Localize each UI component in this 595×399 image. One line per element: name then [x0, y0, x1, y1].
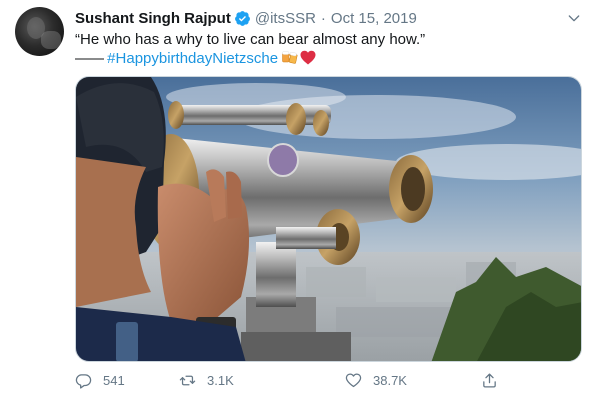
- retweet-button[interactable]: 3.1K: [179, 372, 234, 389]
- like-button[interactable]: 38.7K: [345, 372, 407, 389]
- author-handle[interactable]: @itsSSR: [255, 10, 316, 27]
- red-heart-emoji: [300, 50, 316, 65]
- retweet-count: 3.1K: [207, 373, 234, 388]
- tweet-photo[interactable]: [75, 76, 582, 362]
- reply-button[interactable]: 541: [75, 372, 125, 389]
- heart-icon: [345, 373, 362, 388]
- header-separator: ·: [320, 9, 326, 27]
- tweet-second-line: —— #HappybirthdayNietzsche: [75, 49, 575, 68]
- tweet-card[interactable]: Sushant Singh Rajput @itsSSR · Oct 15, 2…: [0, 0, 595, 399]
- reply-count: 541: [103, 373, 125, 388]
- share-button[interactable]: [481, 372, 509, 389]
- tweet-header: Sushant Singh Rajput @itsSSR · Oct 15, 2…: [75, 8, 417, 28]
- reply-icon: [75, 374, 92, 389]
- retweet-icon: [179, 375, 196, 386]
- tweet-actions: 541 3.1K 38.7K: [75, 372, 505, 392]
- tweet-text: “He who has a why to live can bear almos…: [75, 30, 575, 68]
- tweet-quote: “He who has a why to live can bear almos…: [75, 31, 426, 48]
- avatar[interactable]: [15, 7, 64, 56]
- photo-telescope-view: [76, 77, 581, 361]
- like-count: 38.7K: [373, 373, 407, 388]
- share-icon: [483, 373, 496, 388]
- author-name[interactable]: Sushant Singh Rajput: [75, 10, 231, 27]
- hashtag-link[interactable]: #HappybirthdayNietzsche: [107, 50, 278, 67]
- tweet-dash: ——: [75, 50, 104, 67]
- chevron-down-icon[interactable]: [566, 10, 582, 26]
- tweet-date[interactable]: Oct 15, 2019: [331, 10, 417, 27]
- beer-mugs-emoji: [282, 51, 298, 64]
- verified-badge-icon: [234, 10, 250, 26]
